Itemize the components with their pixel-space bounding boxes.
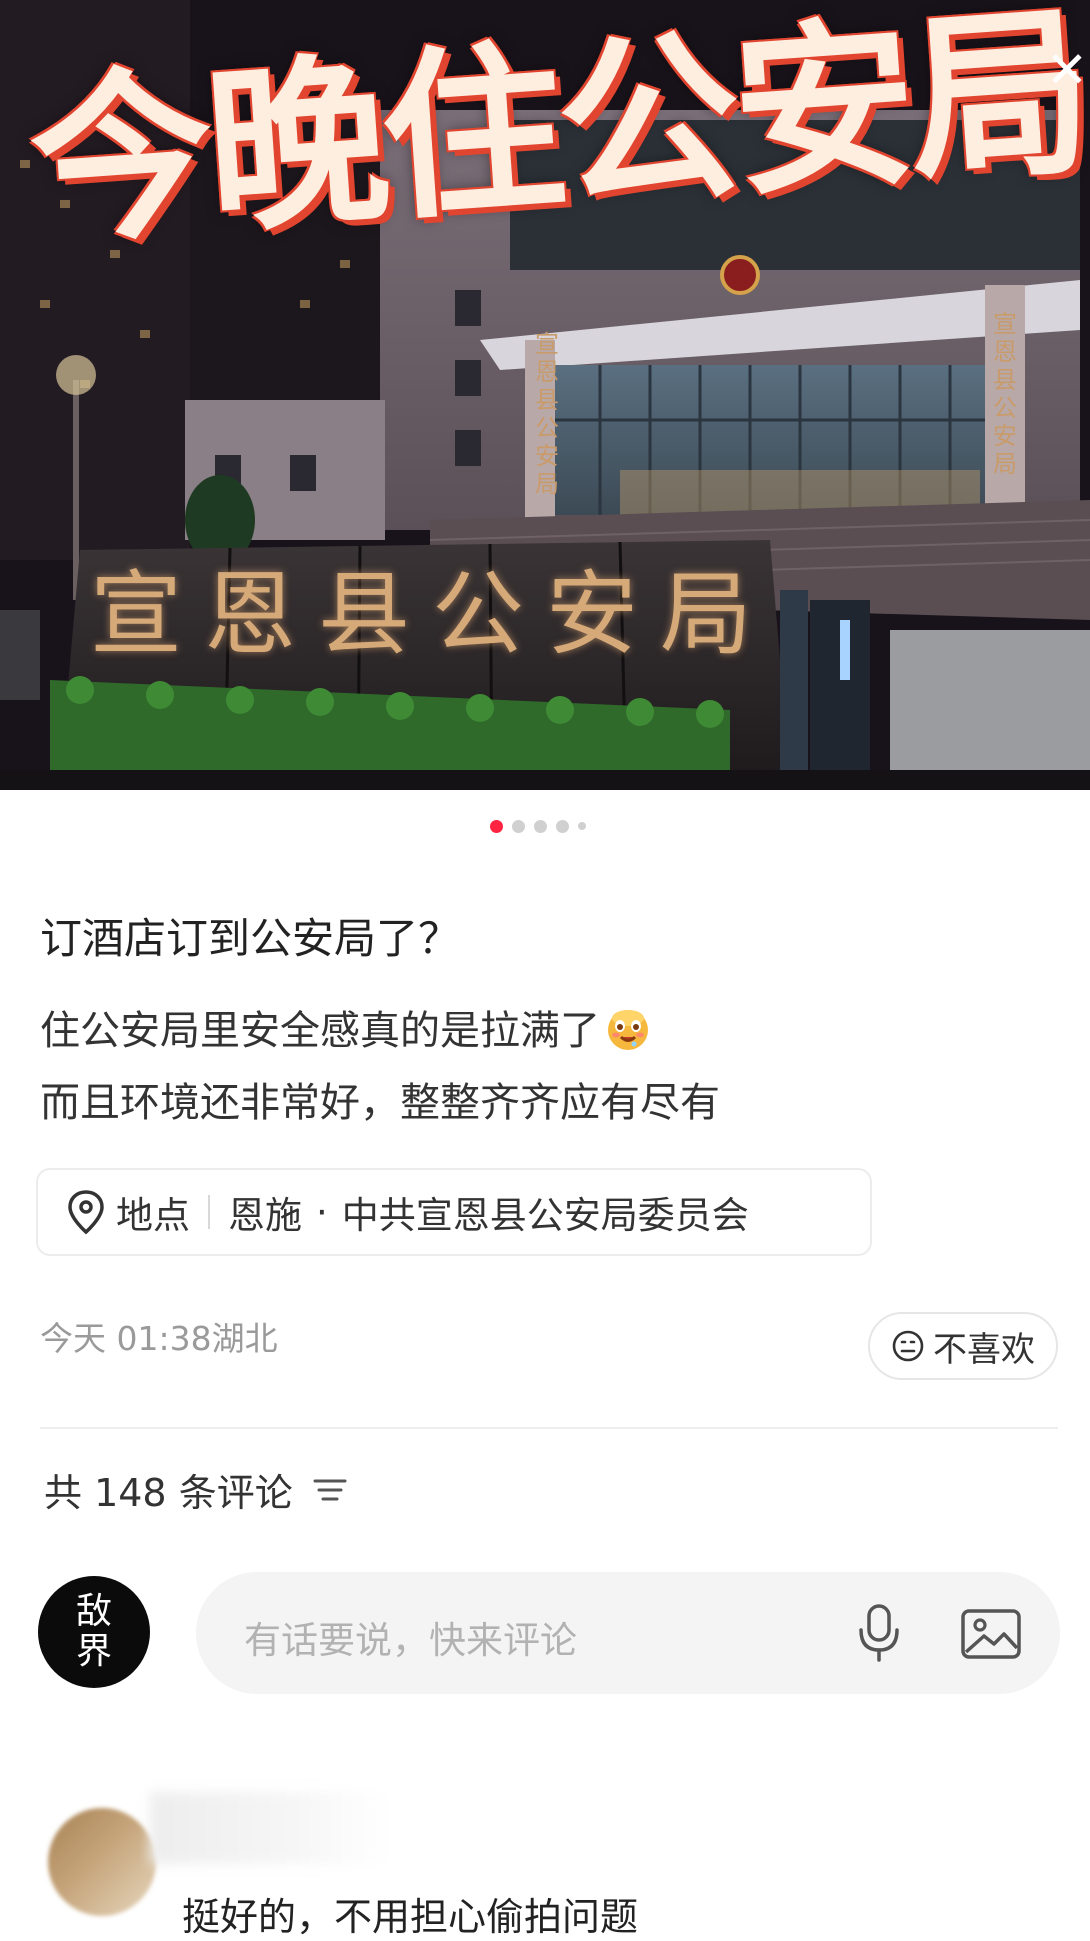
post-region: 湖北 [211,1319,278,1358]
carousel-dot[interactable] [534,819,547,833]
avatar-char: 敌 [75,1591,112,1632]
location-dot: · [316,1190,328,1234]
carousel-dot[interactable] [556,819,569,833]
location-place: 中共宣恩县公安局委员会 [341,1194,749,1237]
commenter-name-blurred [150,1792,390,1864]
comment-text: 挺好的，不用担心偷拍问题 [182,1895,639,1939]
microphone-icon[interactable] [856,1602,902,1664]
neutral-face-icon [892,1330,924,1362]
post-body-line: 而且环境还非常好，整整齐齐应有尽有 [40,1080,720,1126]
comment-count: 共 148 条评论 [44,1471,293,1515]
post-body-line: 住公安局里安全感真的是拉满了 [40,995,720,1067]
carousel-dot[interactable] [578,822,586,830]
dislike-button[interactable]: 不喜欢 [868,1312,1058,1380]
location-separator [208,1195,210,1229]
post-body: 住公安局里安全感真的是拉满了 而且环境还非常好，整整齐齐应有尽有 [40,995,720,1139]
drooling-face-icon [608,1010,648,1050]
close-icon[interactable]: ✕ [1046,40,1088,100]
image-icon[interactable] [960,1608,1022,1660]
carousel-indicator [490,818,586,834]
avatar-char: 界 [75,1631,112,1672]
post-image-carousel[interactable]: 宣恩县公安局 宣恩县公安局 宣恩县公安局 今晚住公安局 ✕ [0,0,1090,790]
divider [40,1427,1058,1429]
location-city: 恩施 [228,1194,302,1237]
comment-placeholder: 有话要说，快来评论 [244,1619,577,1662]
comment-count-header: 共 148 条评论 [44,1462,347,1517]
sort-icon[interactable] [313,1476,347,1504]
pillar-sign-text: 宣恩县公安局 [535,330,559,498]
carousel-dot-active[interactable] [490,819,503,833]
police-sign-text: 宣恩县公安局 [90,561,775,668]
location-label: 地点 [116,1194,190,1237]
location-tag[interactable]: 地点 恩施 · 中共宣恩县公安局委员会 [36,1168,872,1256]
post-meta: 今天 01:38湖北 [40,1312,278,1360]
post-title: 订酒店订到公安局了？ [40,914,461,963]
comment-input[interactable]: 有话要说，快来评论 [196,1572,1060,1694]
dislike-label: 不喜欢 [933,1329,1035,1370]
post-time: 今天 01:38 [40,1319,212,1358]
my-avatar[interactable]: 敌 界 [38,1576,150,1688]
location-pin-icon [68,1190,104,1235]
commenter-avatar[interactable] [48,1808,156,1916]
pillar-sign-text-right: 宣恩县公安局 [993,310,1017,478]
carousel-dot[interactable] [512,819,525,833]
